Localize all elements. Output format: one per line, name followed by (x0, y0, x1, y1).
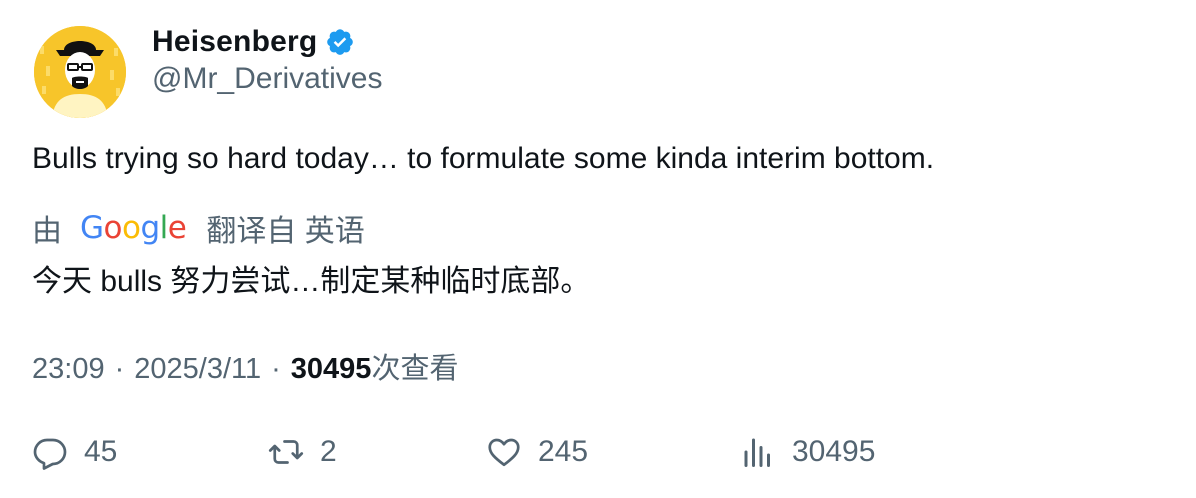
google-logo-icon: Google (80, 210, 187, 246)
reply-icon (33, 438, 67, 470)
translation-attribution: 由 Google 翻译自 英语 (32, 207, 365, 249)
author-handle[interactable]: @Mr_Derivatives (152, 62, 383, 96)
tweet-time[interactable]: 23:09 (32, 353, 105, 386)
like-count: 245 (538, 435, 589, 468)
reply-button[interactable]: 45 (32, 432, 117, 472)
analytics-icon (744, 438, 770, 467)
tweet-meta: 23:09 · 2025/3/11 · 30495 次查看 (32, 345, 458, 387)
views-count: 30495 (290, 353, 372, 385)
reply-count: 45 (84, 435, 118, 468)
meta-separator: · (114, 353, 125, 385)
retweet-count: 2 (320, 435, 337, 468)
author-display-name[interactable]: Heisenberg (152, 25, 317, 59)
views-button[interactable]: 30495 (740, 432, 875, 472)
translated-from-label[interactable]: 翻译自 英语 (206, 206, 364, 250)
retweet-button[interactable]: 2 (268, 432, 337, 472)
avatar-image (34, 26, 126, 118)
translated-text: 今天 bulls 努力尝试…制定某种临时底部。 (32, 265, 591, 298)
like-button[interactable]: 245 (486, 432, 588, 472)
meta-separator: · (271, 353, 281, 385)
views-label: 次查看 (371, 353, 459, 385)
verified-badge-icon (327, 29, 354, 55)
avatar[interactable] (34, 26, 126, 118)
views-action-count: 30495 (792, 435, 876, 468)
author-name-row[interactable]: Heisenberg (152, 22, 355, 62)
heart-icon (488, 438, 520, 467)
action-bar: 45 2 245 30495 (32, 432, 1162, 472)
retweet-icon (268, 440, 304, 464)
tweet-date[interactable]: 2025/3/11 (134, 353, 261, 386)
tweet-text: Bulls trying so hard today… to formulate… (32, 142, 935, 175)
translated-by-label: 由 (32, 215, 62, 248)
